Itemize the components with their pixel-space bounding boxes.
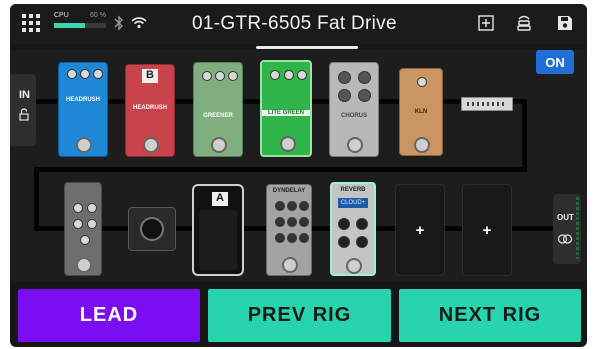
pedal-reverb-cloud[interactable]: REVERB CLOUD+ <box>330 182 376 276</box>
pedal-knob[interactable] <box>73 203 83 213</box>
pedal-knob[interactable] <box>299 217 309 227</box>
prev-rig-button[interactable]: PREV RIG <box>208 289 391 342</box>
volume-dial[interactable] <box>140 217 164 241</box>
cpu-percent: 60 % <box>90 12 106 19</box>
pedal-name: KLN <box>414 109 428 115</box>
pedal-footswitch[interactable] <box>346 258 362 274</box>
pedal-name: DYNDELAY <box>272 188 306 194</box>
pedal-footswitch[interactable] <box>282 257 298 273</box>
slot-badge: B <box>142 69 158 83</box>
pedal-knob[interactable] <box>275 233 285 243</box>
menu-grid-icon[interactable] <box>22 14 40 32</box>
pedal-knob[interactable] <box>287 217 297 227</box>
pedal-chorus[interactable]: CHORUS <box>329 62 379 157</box>
pedal-knob[interactable] <box>338 236 350 248</box>
pedal-knob[interactable] <box>270 70 280 80</box>
pedal-footswitch[interactable] <box>280 136 296 152</box>
pedal-knob[interactable] <box>356 218 368 230</box>
pedal-knob[interactable] <box>299 201 309 211</box>
pedal-footswitch[interactable] <box>143 137 159 153</box>
stereo-link-icon[interactable] <box>557 234 573 244</box>
reverb-display: CLOUD+ <box>338 198 368 208</box>
pedal-knob[interactable] <box>287 201 297 211</box>
pedal-rack-eq[interactable] <box>461 97 513 111</box>
pedal-knob[interactable] <box>417 77 427 87</box>
pedal-footswitch[interactable] <box>76 137 92 153</box>
pedal-knob[interactable] <box>275 201 285 211</box>
pedal-knob[interactable] <box>297 70 307 80</box>
add-block-slot-1[interactable]: + <box>395 184 445 276</box>
rack-faders <box>467 102 507 106</box>
add-block-icon[interactable] <box>477 14 495 32</box>
cpu-meter-fill <box>54 23 86 28</box>
cpu-meter <box>54 23 106 28</box>
pedal-dyndelay[interactable]: DYNDELAY <box>266 184 312 276</box>
pedal-knob[interactable] <box>287 233 297 243</box>
pedal-knob[interactable] <box>284 70 294 80</box>
pedal-footswitch[interactable] <box>414 137 430 153</box>
title-underline <box>256 46 358 49</box>
treadle[interactable] <box>199 210 237 270</box>
device-screen: CPU 60 % 01-GTR-6505 Fat Drive IN ON HEA… <box>10 4 587 347</box>
pedal-name: LITE GREEN <box>262 110 310 116</box>
pedal-kln[interactable]: KLN <box>399 68 443 156</box>
pedal-knob[interactable] <box>356 236 368 248</box>
signal-cable <box>522 99 527 171</box>
pedal-knob[interactable] <box>228 71 238 81</box>
wifi-icon[interactable] <box>131 16 147 29</box>
preset-title[interactable]: 01-GTR-6505 Fat Drive <box>192 13 397 35</box>
pedal-knob[interactable] <box>358 89 371 102</box>
pedal-name: REVERB <box>340 187 366 193</box>
pedal-knob[interactable] <box>73 219 83 229</box>
pedal-footswitch[interactable] <box>76 257 92 273</box>
pedal-knob[interactable] <box>80 235 90 245</box>
pedal-knob[interactable] <box>202 71 212 81</box>
input-label: IN <box>19 89 30 101</box>
signal-cable <box>34 167 39 227</box>
top-bar: CPU 60 % 01-GTR-6505 Fat Drive <box>10 4 587 44</box>
pedal-knob[interactable] <box>87 219 97 229</box>
pedal-footswitch[interactable] <box>347 137 363 153</box>
bluetooth-icon[interactable] <box>114 15 124 31</box>
output-label: OUT <box>557 213 574 222</box>
tuner-icon[interactable] <box>515 14 533 32</box>
pedal-name: HEADRUSH <box>65 97 100 103</box>
slot-badge: A <box>212 192 228 206</box>
pedal-greener[interactable]: GREENER <box>193 62 243 157</box>
pedal-name: HEADRUSH <box>132 105 167 111</box>
pedal-volume-block[interactable] <box>128 207 176 251</box>
pedal-knob[interactable] <box>338 89 351 102</box>
next-rig-button[interactable]: NEXT RIG <box>399 289 581 342</box>
output-level-meter <box>576 197 579 259</box>
pedal-knob[interactable] <box>80 69 90 79</box>
pedal-knob[interactable] <box>358 71 371 84</box>
pedal-knob[interactable] <box>275 217 285 227</box>
pedal-gray-module[interactable] <box>64 182 102 276</box>
pedal-knob[interactable] <box>338 71 351 84</box>
pedal-knob[interactable] <box>215 71 225 81</box>
save-icon[interactable] <box>556 14 574 32</box>
pedal-knob[interactable] <box>338 218 350 230</box>
pedal-knob[interactable] <box>67 69 77 79</box>
signal-cable <box>34 167 527 172</box>
pedal-headrush-blue[interactable]: HEADRUSH <box>58 62 108 157</box>
pedal-knob[interactable] <box>299 233 309 243</box>
pedal-lite-green[interactable]: LITE GREEN <box>260 60 312 157</box>
pedal-knob[interactable] <box>87 203 97 213</box>
pedal-name: GREENER <box>203 113 233 119</box>
pedal-knob[interactable] <box>93 69 103 79</box>
pedal-expression-wah[interactable]: A <box>192 184 244 276</box>
lead-button[interactable]: LEAD <box>18 289 200 342</box>
pedal-footswitch[interactable] <box>211 137 227 153</box>
add-block-slot-2[interactable]: + <box>462 184 512 276</box>
cpu-label: CPU <box>54 12 69 19</box>
lock-icon[interactable] <box>19 108 29 121</box>
pedal-name: CHORUS <box>340 113 367 119</box>
pedal-headrush-red[interactable]: B HEADRUSH <box>125 64 175 157</box>
block-on-toggle[interactable]: ON <box>536 50 574 74</box>
